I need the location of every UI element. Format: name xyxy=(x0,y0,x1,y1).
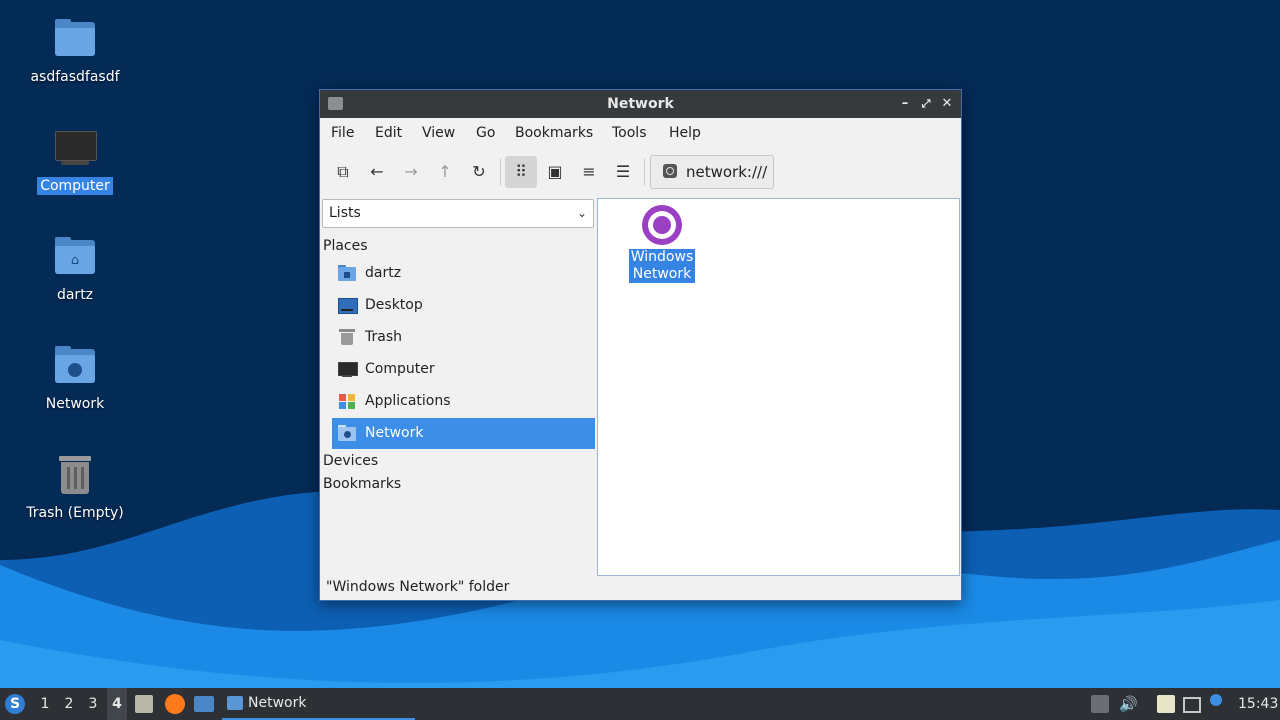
sidebar-header-bookmarks[interactable]: Bookmarks xyxy=(323,476,401,492)
network-folder-icon xyxy=(51,343,99,391)
taskbar-task-network[interactable]: Network xyxy=(222,688,415,720)
network-status-icon[interactable] xyxy=(1183,697,1201,713)
sidebar-item-label: Network xyxy=(365,425,424,441)
sidebar-item-computer[interactable]: Computer xyxy=(332,354,595,385)
sidebar-item-label: dartz xyxy=(365,265,402,281)
close-button[interactable]: ✕ xyxy=(937,94,957,114)
toolbar-separator xyxy=(500,158,501,186)
menu-bar: File Edit View Go Bookmarks Tools Help xyxy=(320,118,961,148)
menu-view[interactable]: View xyxy=(422,118,455,148)
volume-icon[interactable]: 🔊 xyxy=(1119,695,1138,713)
chevron-down-icon: ⌄ xyxy=(576,206,587,220)
firefox-launcher-icon[interactable] xyxy=(165,694,185,714)
sidebar-item-label: Desktop xyxy=(365,297,423,313)
compact-view-button[interactable]: ▣ xyxy=(539,156,571,188)
sidebar-item-trash[interactable]: Trash xyxy=(332,322,595,353)
computer-icon xyxy=(51,125,99,173)
menu-file[interactable]: File xyxy=(331,118,354,148)
home-folder-icon: ⌂ xyxy=(51,234,99,282)
new-window-button[interactable]: ⧉ xyxy=(327,156,359,188)
taskbar-task-label: Network xyxy=(248,695,307,711)
workspace-2[interactable]: 2 xyxy=(59,688,79,720)
sidebar-item-applications[interactable]: Applications xyxy=(332,386,595,417)
sidebar-item-dartz[interactable]: dartz xyxy=(332,258,595,289)
forward-button[interactable]: → xyxy=(395,156,427,188)
sidebar-item-network[interactable]: Network xyxy=(332,418,595,449)
file-view[interactable]: Windows Network xyxy=(597,198,960,576)
icon-view-button[interactable]: ⠿ xyxy=(505,156,537,188)
sidebar-item-desktop[interactable]: Desktop xyxy=(332,290,595,321)
desktop-icon-label: Trash (Empty) xyxy=(26,505,124,521)
windows-network-icon xyxy=(642,205,682,245)
tray-expand-icon[interactable] xyxy=(1091,695,1109,713)
sidebar-header-places[interactable]: Places xyxy=(323,238,368,254)
location-text: network:/// xyxy=(686,163,768,181)
applications-icon xyxy=(338,393,356,409)
desktop-icon-computer[interactable]: Computer xyxy=(15,125,135,195)
minimize-button[interactable]: – xyxy=(895,94,915,114)
file-item-label: Windows Network xyxy=(628,249,696,283)
detail-view-button[interactable]: ☰ xyxy=(607,156,639,188)
toolbar-separator xyxy=(644,158,645,186)
file-manager-window: Network – ⤢ ✕ File Edit View Go Bookmark… xyxy=(319,89,962,601)
file-item-label-line2: Network xyxy=(632,266,692,282)
sidebar-item-label: Trash xyxy=(365,329,402,345)
location-button[interactable]: network:/// xyxy=(650,155,774,189)
sidebar-header-devices[interactable]: Devices xyxy=(323,453,378,469)
desktop-icon-label: asdfasdfasdf xyxy=(30,69,120,85)
list-view-button[interactable]: ≡ xyxy=(573,156,605,188)
sidebar-mode-select[interactable]: Lists ⌄ xyxy=(322,199,594,228)
taskbar: S 1 2 3 4 Network 🔊 15:43 xyxy=(0,688,1280,720)
folder-icon xyxy=(227,696,243,710)
window-titlebar[interactable]: Network – ⤢ ✕ xyxy=(320,90,961,118)
workspace-3[interactable]: 3 xyxy=(83,688,103,720)
maximize-button[interactable]: ⤢ xyxy=(916,94,936,114)
file-manager-launcher-icon[interactable] xyxy=(135,695,153,713)
back-button[interactable]: ← xyxy=(361,156,393,188)
menu-go[interactable]: Go xyxy=(476,118,495,148)
workspace-4[interactable]: 4 xyxy=(107,688,127,720)
sidebar-item-label: Computer xyxy=(365,361,435,377)
menu-bookmarks[interactable]: Bookmarks xyxy=(515,118,593,148)
desktop-icon-network[interactable]: Network xyxy=(15,343,135,413)
network-icon xyxy=(338,425,356,441)
file-item-windows-network[interactable]: Windows Network xyxy=(628,205,696,283)
reload-button[interactable]: ↻ xyxy=(463,156,495,188)
network-drive-icon xyxy=(663,164,677,178)
clipboard-icon[interactable] xyxy=(1157,695,1175,713)
start-menu-icon[interactable]: S xyxy=(5,694,25,714)
menu-help[interactable]: Help xyxy=(669,118,701,148)
desktop-icon xyxy=(338,297,358,314)
show-desktop-icon[interactable] xyxy=(194,696,214,712)
toolbar: ⧉ ← → ↑ ↻ ⠿ ▣ ≡ ☰ network:/// xyxy=(320,148,961,196)
status-bar: "Windows Network" folder xyxy=(326,579,510,595)
trash-icon xyxy=(51,452,99,500)
sidebar-item-label: Applications xyxy=(365,393,451,409)
sidebar-mode-value: Lists xyxy=(329,205,361,221)
workspace-1[interactable]: 1 xyxy=(35,688,55,720)
folder-icon xyxy=(51,16,99,64)
clock[interactable]: 15:43 xyxy=(1238,688,1278,720)
desktop-icon-trash[interactable]: Trash (Empty) xyxy=(15,452,135,522)
desktop-icon-asdfasdfasdf[interactable]: asdfasdfasdf xyxy=(15,16,135,86)
up-button[interactable]: ↑ xyxy=(429,156,461,188)
menu-tools[interactable]: Tools xyxy=(612,118,647,148)
computer-icon xyxy=(338,361,358,377)
file-item-label-line1: Windows xyxy=(630,249,694,265)
desktop-icon-label: dartz xyxy=(56,287,94,303)
desktop-icon-label: Computer xyxy=(37,177,113,195)
home-folder-icon xyxy=(338,265,356,281)
desktop-icon-dartz[interactable]: ⌂ dartz xyxy=(15,234,135,304)
trash-icon xyxy=(338,329,356,345)
window-title: Network xyxy=(607,96,674,112)
desktop-icon-label: Network xyxy=(45,396,105,412)
notification-icon[interactable] xyxy=(1210,694,1222,706)
menu-edit[interactable]: Edit xyxy=(375,118,402,148)
